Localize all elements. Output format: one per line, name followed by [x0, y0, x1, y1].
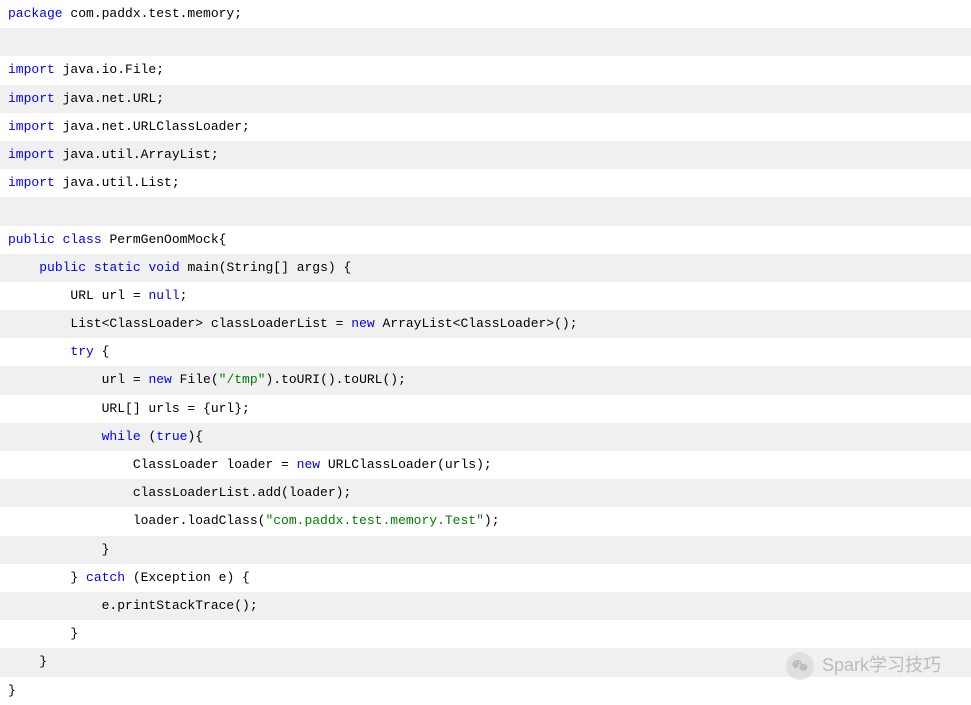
code-segment: URLClassLoader(urls);: [320, 456, 492, 474]
code-segment: url =: [8, 371, 148, 389]
code-line: URL[] urls = {url};: [0, 395, 971, 423]
code-segment: classLoaderList.add(loader);: [8, 484, 351, 502]
code-line: List<ClassLoader> classLoaderList = new …: [0, 310, 971, 338]
watermark: Spark学习技巧: [786, 652, 941, 680]
code-segment: class: [63, 231, 102, 249]
code-segment: while: [102, 428, 141, 446]
code-segment: }: [8, 569, 86, 587]
code-line: public static void main(String[] args) {: [0, 254, 971, 282]
code-segment: new: [297, 456, 320, 474]
code-segment: java.util.ArrayList;: [55, 146, 219, 164]
watermark-text: Spark学习技巧: [822, 653, 941, 678]
code-segment: List<ClassLoader> classLoaderList =: [8, 315, 351, 333]
code-line: }: [0, 677, 971, 705]
code-segment: import: [8, 118, 55, 136]
code-segment: }: [8, 653, 47, 671]
code-segment: (Exception e) {: [125, 569, 250, 587]
code-line: } catch (Exception e) {: [0, 564, 971, 592]
code-line: try {: [0, 338, 971, 366]
code-segment: java.util.List;: [55, 174, 180, 192]
code-segment: public: [8, 231, 55, 249]
code-line: import java.util.List;: [0, 169, 971, 197]
code-segment: ClassLoader loader =: [8, 456, 297, 474]
code-segment: java.net.URLClassLoader;: [55, 118, 250, 136]
code-segment: java.net.URL;: [55, 90, 164, 108]
code-segment: [55, 231, 63, 249]
code-segment: package: [8, 5, 63, 23]
code-segment: loader.loadClass(: [8, 512, 265, 530]
code-line: import java.util.ArrayList;: [0, 141, 971, 169]
code-line: e.printStackTrace();: [0, 592, 971, 620]
code-segment: }: [8, 682, 16, 700]
code-segment: e.printStackTrace();: [8, 597, 258, 615]
code-segment: main(String[] args) {: [180, 259, 352, 277]
code-segment: URL[] urls = {url};: [8, 400, 250, 418]
code-segment: "com.paddx.test.memory.Test": [265, 512, 483, 530]
code-segment: void: [148, 259, 179, 277]
code-segment: public: [39, 259, 86, 277]
code-segment: [8, 259, 39, 277]
code-segment: [141, 259, 149, 277]
code-segment: ;: [180, 287, 188, 305]
code-segment: ArrayList<ClassLoader>();: [375, 315, 578, 333]
code-line: import java.net.URL;: [0, 85, 971, 113]
code-segment: File(: [172, 371, 219, 389]
code-segment: try: [70, 343, 93, 361]
code-segment: null: [148, 287, 179, 305]
code-segment: import: [8, 61, 55, 79]
code-line: }: [0, 536, 971, 564]
code-segment: URL url =: [8, 287, 148, 305]
wechat-icon: [786, 652, 814, 680]
code-segment: );: [484, 512, 500, 530]
code-line: while (true){: [0, 423, 971, 451]
code-line: public class PermGenOomMock{: [0, 226, 971, 254]
code-segment: [86, 259, 94, 277]
code-line: ClassLoader loader = new URLClassLoader(…: [0, 451, 971, 479]
code-segment: true: [156, 428, 187, 446]
code-line: loader.loadClass("com.paddx.test.memory.…: [0, 507, 971, 535]
code-segment: [8, 343, 70, 361]
code-segment: import: [8, 146, 55, 164]
code-line: package com.paddx.test.memory;: [0, 0, 971, 28]
code-segment: {: [94, 343, 110, 361]
code-line: import java.net.URLClassLoader;: [0, 113, 971, 141]
code-segment: PermGenOomMock{: [102, 231, 227, 249]
code-container: package com.paddx.test.memory; import ja…: [0, 0, 971, 705]
code-segment: import: [8, 90, 55, 108]
code-line: URL url = null;: [0, 282, 971, 310]
code-line: }: [0, 620, 971, 648]
code-segment: static: [94, 259, 141, 277]
code-line: import java.io.File;: [0, 56, 971, 84]
code-segment: }: [8, 625, 78, 643]
code-segment: (: [141, 428, 157, 446]
code-segment: java.io.File;: [55, 61, 164, 79]
code-segment: }: [8, 541, 109, 559]
code-segment: "/tmp": [219, 371, 266, 389]
code-segment: ).toURI().toURL();: [265, 371, 405, 389]
code-segment: [8, 428, 102, 446]
code-line: [0, 197, 971, 225]
code-segment: new: [148, 371, 171, 389]
code-segment: ){: [187, 428, 203, 446]
code-segment: import: [8, 174, 55, 192]
code-line: classLoaderList.add(loader);: [0, 479, 971, 507]
code-line: [0, 28, 971, 56]
code-segment: catch: [86, 569, 125, 587]
code-segment: com.paddx.test.memory;: [63, 5, 242, 23]
code-segment: new: [351, 315, 374, 333]
code-line: url = new File("/tmp").toURI().toURL();: [0, 366, 971, 394]
